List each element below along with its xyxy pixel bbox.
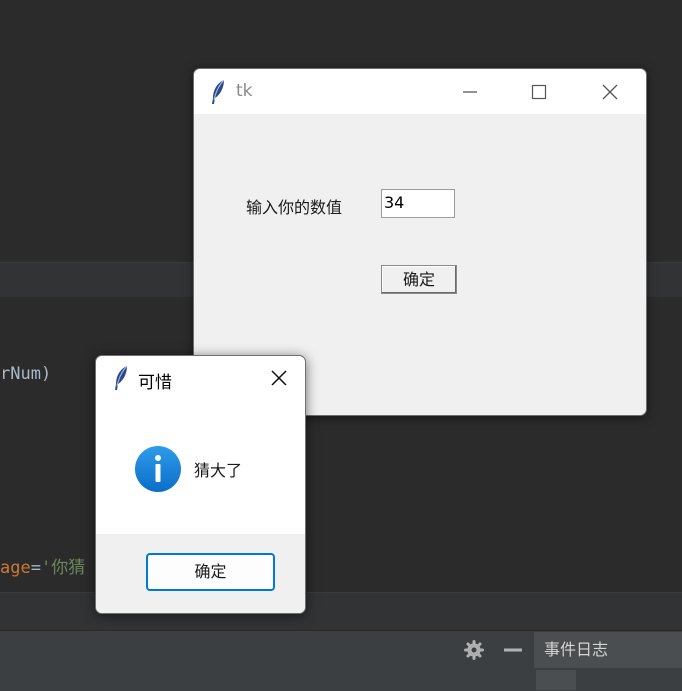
event-log-subbutton bbox=[536, 670, 576, 690]
maximize-icon bbox=[531, 84, 547, 99]
close-icon bbox=[602, 84, 618, 99]
code-string: '你猜 bbox=[40, 558, 86, 578]
code-operator: = bbox=[30, 558, 41, 578]
feather-icon bbox=[112, 365, 130, 395]
code-line: rNum) bbox=[0, 364, 52, 384]
code-keyword: age bbox=[0, 558, 31, 578]
window-title: tk bbox=[236, 81, 253, 101]
dialog-close-button[interactable] bbox=[260, 362, 298, 394]
event-log-tab[interactable]: 事件日志 bbox=[534, 632, 682, 668]
close-icon bbox=[271, 370, 287, 386]
gear-icon[interactable] bbox=[464, 640, 484, 663]
minimize-icon bbox=[463, 90, 477, 93]
value-input[interactable]: 34 bbox=[381, 189, 455, 218]
minimize-button[interactable] bbox=[440, 69, 500, 114]
info-icon bbox=[134, 445, 182, 493]
value-label: 输入你的数值 bbox=[246, 198, 343, 217]
dialog-message: 猜大了 bbox=[194, 461, 243, 480]
tk-titlebar[interactable]: tk bbox=[194, 69, 646, 114]
confirm-button[interactable]: 确定 bbox=[381, 265, 457, 294]
dialog-title: 可惜 bbox=[138, 373, 172, 393]
close-button[interactable] bbox=[580, 69, 640, 114]
feather-icon bbox=[209, 79, 227, 109]
maximize-button[interactable] bbox=[509, 69, 569, 114]
message-dialog: 可惜 猜大了 确定 bbox=[95, 355, 306, 614]
code-line: age='你猜 bbox=[0, 553, 85, 578]
minus-icon[interactable] bbox=[503, 640, 523, 663]
ok-button[interactable]: 确定 bbox=[146, 553, 275, 591]
